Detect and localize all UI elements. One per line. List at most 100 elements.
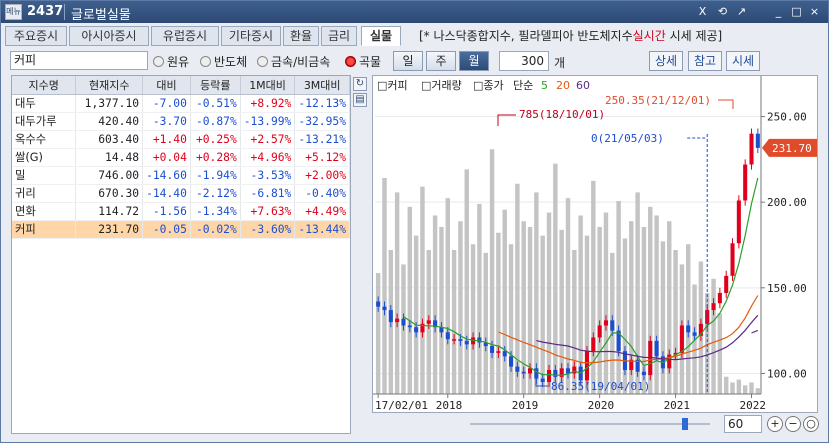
cell-change: -14.40 — [142, 184, 191, 203]
menu-icon[interactable]: 메뉴 — [5, 4, 22, 20]
candle-body — [388, 310, 393, 323]
data-count-input[interactable]: 300 — [499, 51, 549, 71]
commodity-table: 지수명 현재지수 대비 등락률 1M대비 3M대비 대두 1,377.10 -7.0… — [11, 75, 351, 434]
candle-body — [610, 320, 615, 331]
candle-body — [445, 332, 450, 340]
candle-body — [749, 133, 754, 165]
toolbar: 커피 원유 반도체 금속/비금속 곡물 일 주 월 300 개 상세 참고 시세 — [5, 49, 826, 73]
table-row[interactable]: 면화 114.72 -1.56 -1.34% +7.63% +4.49% — [12, 202, 350, 221]
refresh-icon[interactable]: ↻ — [353, 77, 367, 91]
table-row[interactable]: 커피 231.70 -0.05 -0.02% -3.60% -13.44% — [12, 220, 350, 239]
candle-body — [597, 325, 602, 338]
tab-other-indices[interactable]: 기타증시 — [221, 26, 281, 46]
radio-grains[interactable]: 곡물 — [345, 53, 381, 70]
col-1m-header[interactable]: 1M대비 — [240, 76, 296, 95]
col-3m-header[interactable]: 3M대비 — [294, 76, 350, 95]
cell-1m: -3.53% — [240, 166, 296, 185]
radio-crude-oil[interactable]: 원유 — [153, 53, 189, 70]
minimize-button[interactable]: _ — [771, 5, 786, 19]
close-link-icon[interactable]: X — [695, 5, 710, 19]
notice-prefix: [* 나스닥종합지수, 필라델피아 반도체지수 — [419, 29, 633, 43]
period-weekly-button[interactable]: 주 — [426, 51, 456, 71]
maximize-button[interactable]: □ — [789, 5, 804, 19]
title-divider — [64, 4, 65, 20]
table-row[interactable]: 귀리 670.30 -14.40 -2.12% -6.81% -0.40% — [12, 184, 350, 203]
zoom-level-input[interactable]: 60 — [724, 415, 762, 433]
x-tick-label: 17/02/01 — [375, 399, 428, 412]
col-price-header[interactable]: 현재지수 — [75, 76, 144, 95]
volume-bar — [540, 235, 545, 394]
tab-interest-rate[interactable]: 금리 — [321, 26, 357, 46]
table-row[interactable]: 쌀(G) 14.48 +0.04 +0.28% +4.96% +5.12% — [12, 148, 350, 167]
candle-body — [407, 325, 412, 328]
candle-body — [584, 351, 590, 381]
volume-bar — [749, 382, 754, 394]
radio-semiconductor[interactable]: 반도체 — [200, 53, 247, 70]
cell-3m: -13.21% — [294, 130, 350, 149]
cell-1m: -6.81% — [240, 184, 296, 203]
title-bar[interactable]: 메뉴 2437 글로벌실물 X ⟲ ↗ _ □ × — [1, 1, 828, 23]
scroll-track[interactable] — [372, 413, 712, 435]
cell-rate: -2.12% — [190, 184, 241, 203]
tab-major-indices[interactable]: 주요증시 — [5, 26, 67, 46]
col-rate-header[interactable]: 등락률 — [190, 76, 241, 95]
volume-bar — [439, 226, 444, 394]
x-tick-label: 2018 — [436, 399, 463, 412]
cell-price: 231.70 — [75, 220, 144, 239]
quote-button[interactable]: 시세 — [726, 51, 760, 71]
cell-change: -0.05 — [142, 220, 191, 239]
notice-highlight: 실시간 — [632, 29, 666, 43]
x-tick-label: 2019 — [512, 399, 539, 412]
cell-price: 746.00 — [75, 166, 144, 185]
col-change-header[interactable]: 대비 — [142, 76, 191, 95]
y-tick-label: 100.00 — [767, 367, 807, 380]
table-row[interactable]: 밀 746.00 -14.60 -1.94% -3.53% +2.00% — [12, 166, 350, 185]
radio-label: 곡물 — [359, 55, 382, 69]
tab-exchange-rate[interactable]: 환율 — [283, 26, 319, 46]
cell-price: 1,377.10 — [75, 94, 144, 113]
candle-body — [565, 368, 571, 374]
period-daily-button[interactable]: 일 — [393, 51, 423, 71]
scroll-thumb[interactable] — [682, 418, 688, 430]
volume-bar — [382, 178, 387, 394]
col-name-header[interactable]: 지수명 — [12, 76, 77, 95]
x-tick-label: 2021 — [664, 399, 691, 412]
cell-change: -3.70 — [142, 112, 191, 131]
detail-button[interactable]: 상세 — [649, 51, 683, 71]
reference-button[interactable]: 참고 — [688, 51, 722, 71]
volume-bar — [420, 186, 425, 394]
min-annotation: 86.35(19/04/01) — [551, 380, 650, 393]
table-side-tools: ↻ ▤ — [353, 77, 367, 109]
search-input[interactable]: 커피 — [10, 51, 148, 70]
candle-body — [395, 318, 400, 323]
legend-item: 5 — [541, 79, 548, 92]
tab-commodities[interactable]: 실물 — [361, 26, 401, 46]
refresh-icon[interactable]: ⟲ — [715, 5, 730, 19]
y-tick-label: 150.00 — [767, 282, 807, 295]
candle-body — [724, 275, 729, 293]
cell-name: 밀 — [12, 166, 77, 185]
price-chart[interactable]: 250.00 200.00 150.00 100.00 17/02/01 2018 2019… — [372, 75, 818, 413]
y-tick-label: 200.00 — [767, 196, 807, 209]
popout-icon[interactable]: ↗ — [734, 5, 749, 19]
radio-metals[interactable]: 금속/비금속 — [257, 53, 330, 70]
table-row[interactable]: 대두 1,377.10 -7.00 -0.51% +8.92% -12.13% — [12, 94, 350, 113]
zoom-out-icon[interactable]: − — [785, 416, 801, 432]
candle-body — [755, 133, 760, 148]
tab-europe-indices[interactable]: 유럽증시 — [151, 26, 219, 46]
screen-number: 2437 — [27, 4, 64, 19]
cell-price: 14.48 — [75, 148, 144, 167]
legend-item: □거래량 — [421, 79, 462, 92]
zoom-in-icon[interactable]: + — [767, 416, 783, 432]
zoom-reset-icon[interactable]: ○ — [803, 416, 819, 432]
table-row[interactable]: 대두가루 420.40 -3.70 -0.87% -13.99% -32.95% — [12, 112, 350, 131]
candle-body — [464, 340, 469, 345]
export-icon[interactable]: ▤ — [353, 93, 367, 107]
period-monthly-button[interactable]: 월 — [459, 51, 489, 71]
volume-bar — [496, 232, 501, 394]
cell-name: 대두 — [12, 94, 77, 113]
table-row[interactable]: 옥수수 603.40 +1.40 +0.25% +2.57% -13.21% — [12, 130, 350, 149]
cell-1m: +2.57% — [240, 130, 296, 149]
tab-asia-indices[interactable]: 아시아증시 — [69, 26, 149, 46]
close-button[interactable]: × — [807, 5, 822, 19]
